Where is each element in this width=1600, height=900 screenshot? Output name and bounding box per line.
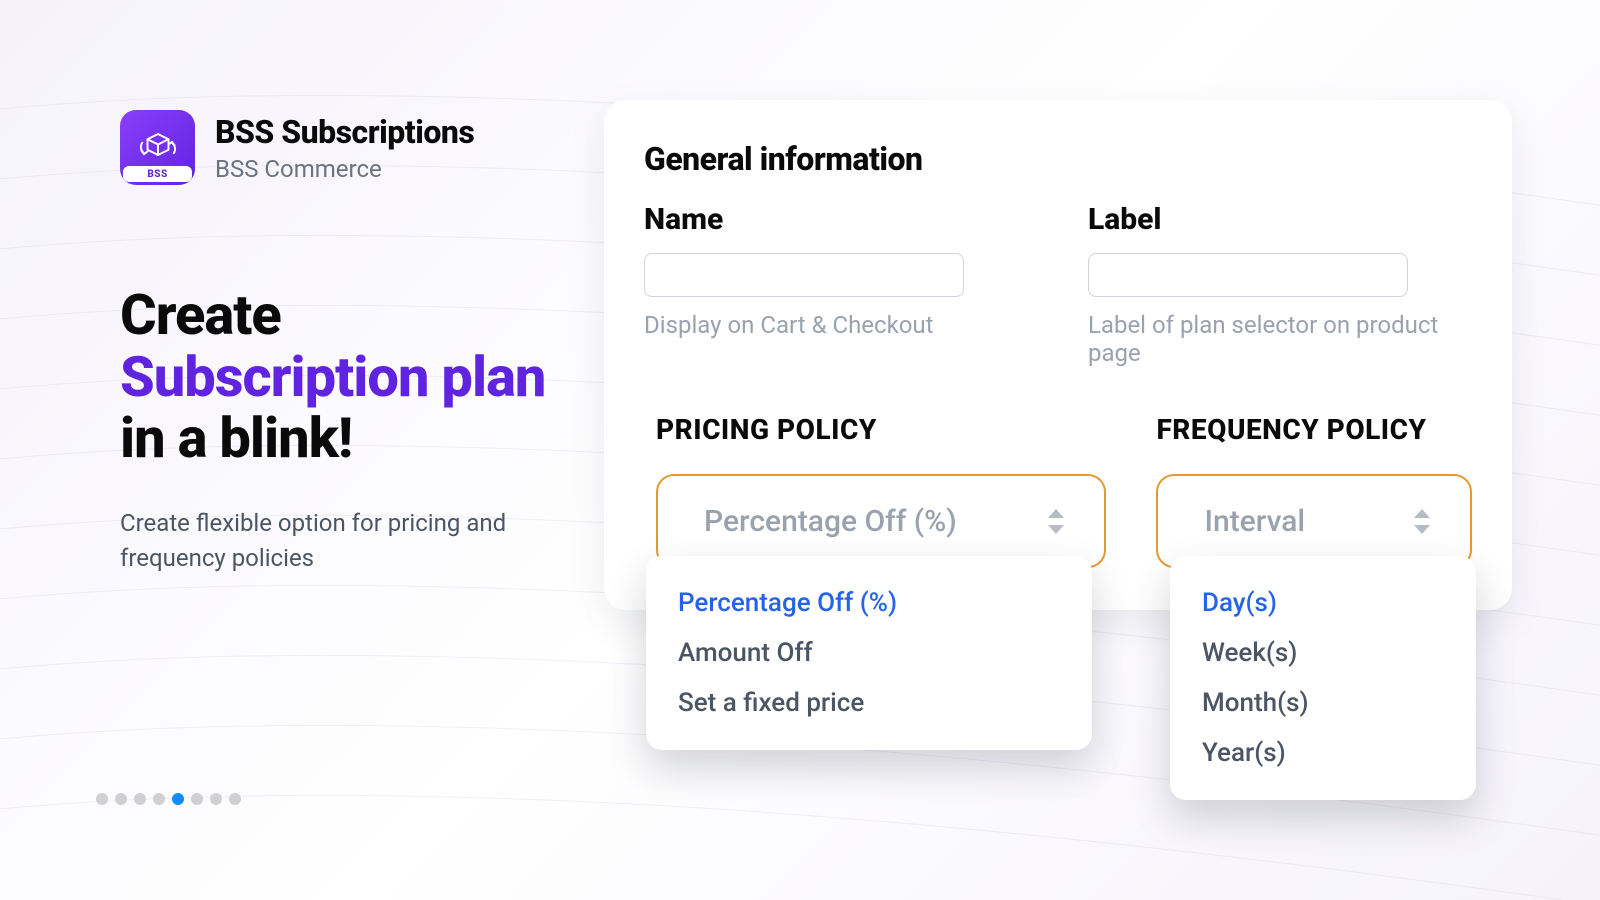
pagination-dot[interactable]	[115, 793, 127, 805]
pricing-option[interactable]: Percentage Off (%)	[646, 578, 1092, 628]
stepper-icon	[1044, 506, 1068, 537]
pagination-dot[interactable]	[172, 793, 184, 805]
marketing-panel: BSS BSS Subscriptions BSS Commerce Creat…	[120, 110, 580, 575]
frequency-option[interactable]: Month(s)	[1170, 678, 1476, 728]
app-logo: BSS	[120, 110, 195, 185]
label-label: Label	[1088, 202, 1472, 237]
pagination-dot[interactable]	[229, 793, 241, 805]
frequency-policy-value: Interval	[1204, 504, 1305, 539]
app-logo-block: BSS BSS Subscriptions BSS Commerce	[120, 110, 580, 185]
pricing-option[interactable]: Set a fixed price	[646, 678, 1092, 728]
pagination-dot[interactable]	[153, 793, 165, 805]
frequency-options-dropdown: Day(s) Week(s) Month(s) Year(s)	[1170, 556, 1476, 800]
stepper-icon	[1410, 506, 1434, 537]
pagination-dots	[96, 793, 241, 805]
plan-form-card: General information Name Display on Cart…	[604, 100, 1512, 610]
card-title: General information	[644, 140, 1472, 178]
pricing-options-dropdown: Percentage Off (%) Amount Off Set a fixe…	[646, 556, 1092, 750]
frequency-policy-group: FREQUENCY POLICY Interval	[1156, 413, 1472, 568]
headline-part3: in a blink!	[120, 405, 352, 471]
name-input[interactable]	[644, 253, 964, 297]
name-hint: Display on Cart & Checkout	[644, 311, 1028, 339]
frequency-option[interactable]: Day(s)	[1170, 578, 1476, 628]
label-hint: Label of plan selector on product page	[1088, 311, 1472, 367]
label-field-group: Label Label of plan selector on product …	[1088, 202, 1472, 367]
pagination-dot[interactable]	[191, 793, 203, 805]
box-refresh-icon	[137, 127, 179, 169]
frequency-option[interactable]: Year(s)	[1170, 728, 1476, 778]
pagination-dot[interactable]	[96, 793, 108, 805]
pricing-policy-value: Percentage Off (%)	[704, 504, 957, 539]
frequency-option[interactable]: Week(s)	[1170, 628, 1476, 678]
pricing-option[interactable]: Amount Off	[646, 628, 1092, 678]
headline-accent: Subscription plan	[120, 344, 545, 410]
name-field-group: Name Display on Cart & Checkout	[644, 202, 1028, 367]
sub-headline: Create flexible option for pricing and f…	[120, 506, 580, 576]
logo-badge: BSS	[123, 166, 192, 182]
name-label: Name	[644, 202, 1028, 237]
page-headline: Create Subscription plan in a blink!	[120, 285, 580, 470]
pagination-dot[interactable]	[210, 793, 222, 805]
frequency-policy-select[interactable]: Interval	[1156, 474, 1472, 568]
pricing-policy-select[interactable]: Percentage Off (%)	[656, 474, 1106, 568]
app-title: BSS Subscriptions	[215, 113, 474, 151]
frequency-policy-title: FREQUENCY POLICY	[1156, 413, 1472, 446]
pagination-dot[interactable]	[134, 793, 146, 805]
pricing-policy-title: PRICING POLICY	[656, 413, 1106, 446]
headline-part1: Create	[120, 282, 281, 348]
pricing-policy-group: PRICING POLICY Percentage Off (%)	[656, 413, 1106, 568]
label-input[interactable]	[1088, 253, 1408, 297]
app-subtitle: BSS Commerce	[215, 155, 474, 183]
